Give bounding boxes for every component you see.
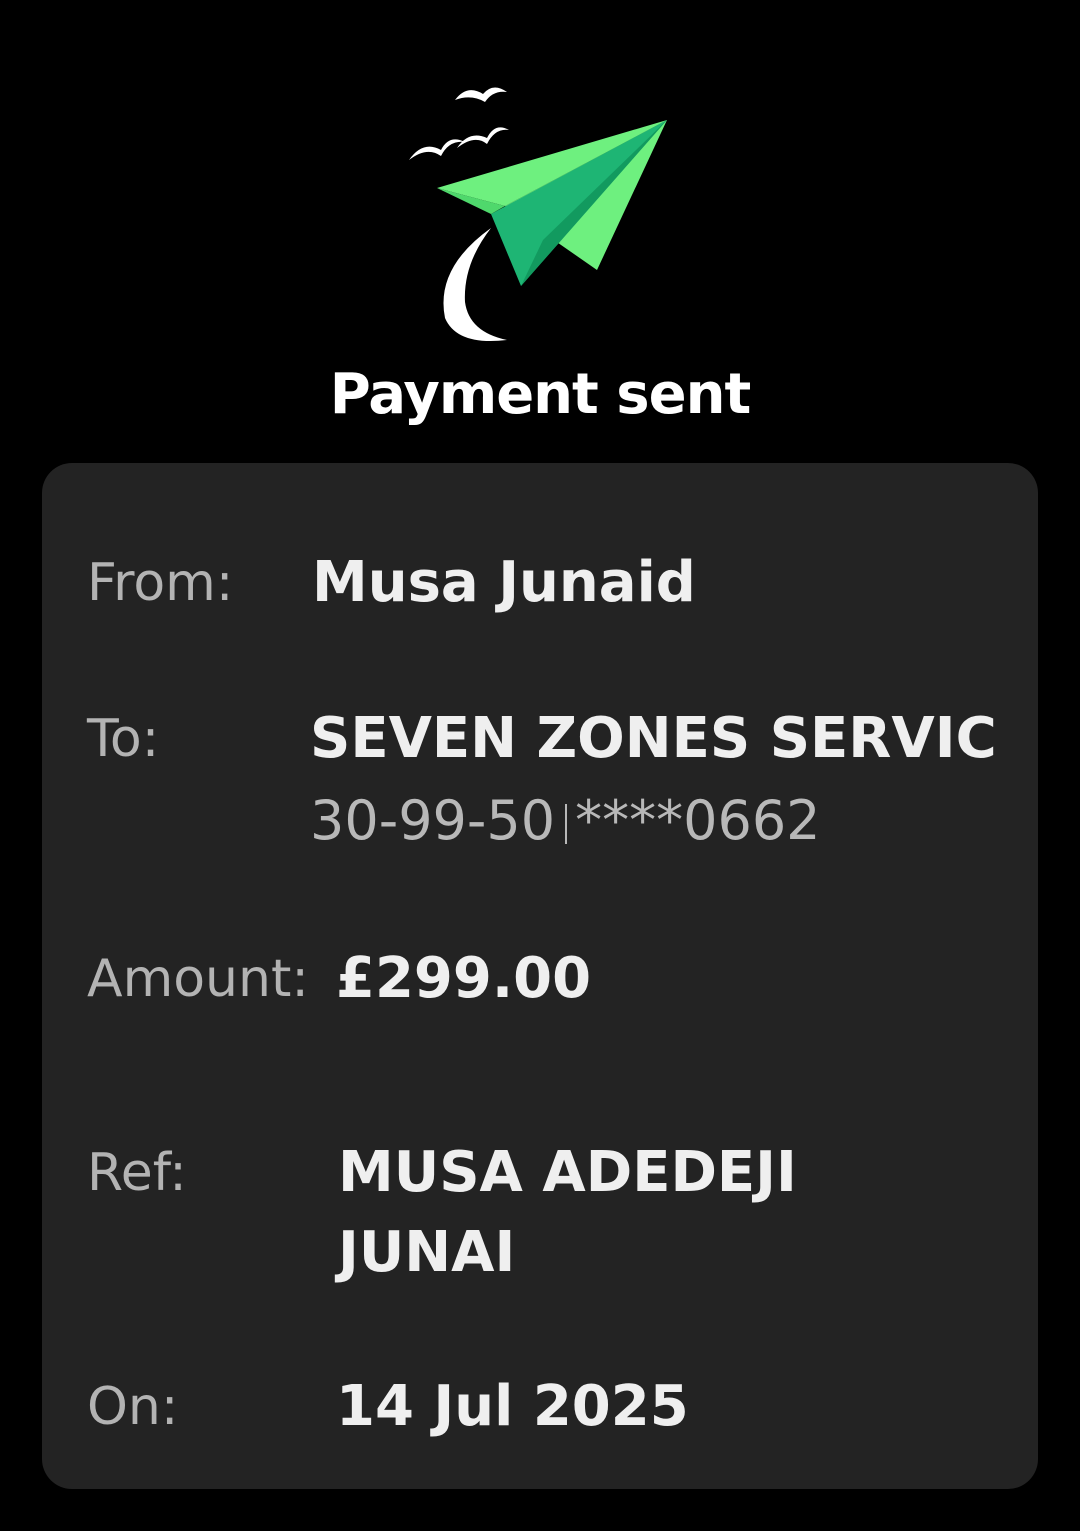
- from-value: Musa Junaid: [312, 550, 696, 615]
- separator: [565, 804, 568, 845]
- on-label: On:: [87, 1377, 179, 1437]
- account-number: ****0662: [575, 789, 821, 852]
- date-value: 14 Jul 2025: [336, 1374, 689, 1439]
- bird-icon: [409, 139, 465, 160]
- account-details: 30-99-50 ****0662: [310, 781, 821, 861]
- sort-code: 30-99-50: [310, 789, 556, 852]
- ref-value-line2: JUNAI: [338, 1220, 516, 1285]
- from-label: From:: [87, 553, 234, 613]
- amount-value: £299.00: [336, 946, 592, 1011]
- payment-details-card: From: Musa Junaid To: SEVEN ZONES SERVIC…: [42, 463, 1038, 1489]
- ref-value-line1: MUSA ADEDEJI: [338, 1140, 797, 1205]
- to-value: SEVEN ZONES SERVIC: [310, 706, 997, 771]
- paper-plane-icon: [409, 87, 667, 342]
- trail-icon: [443, 228, 507, 342]
- page-title: Payment sent: [329, 362, 752, 427]
- amount-label: Amount:: [87, 949, 309, 1009]
- ref-label: Ref:: [87, 1143, 187, 1203]
- to-label: To:: [87, 709, 160, 769]
- bird-icon: [457, 127, 509, 148]
- bird-icon: [455, 87, 507, 102]
